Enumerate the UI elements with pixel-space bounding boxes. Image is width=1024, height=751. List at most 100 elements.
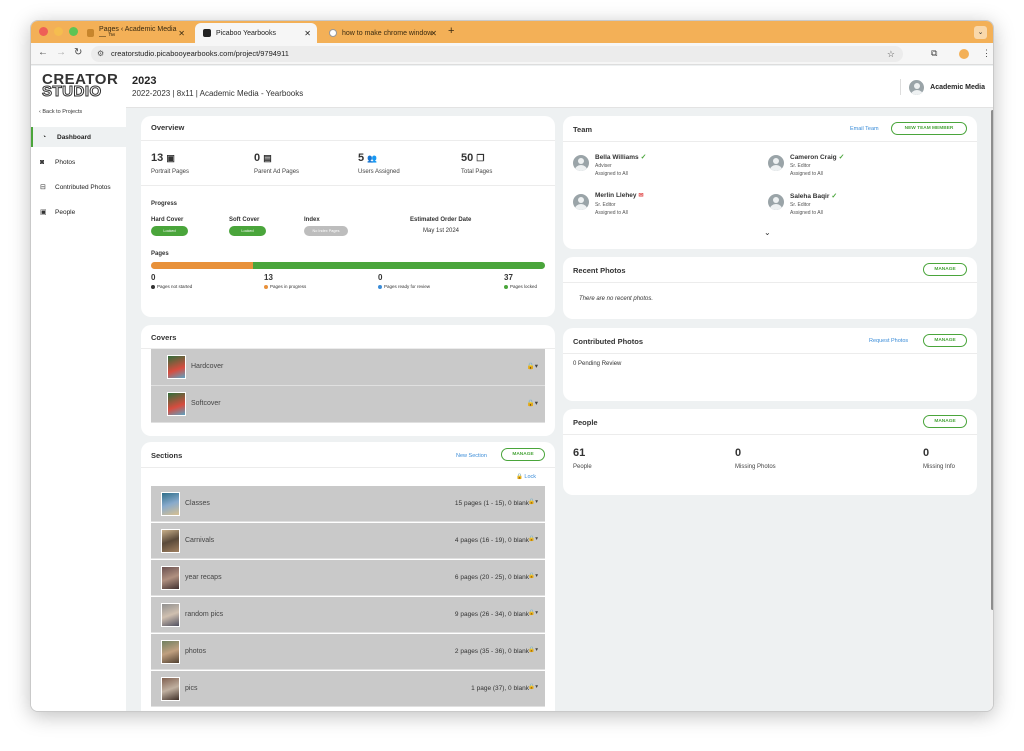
minimize-window-button[interactable] — [54, 27, 63, 36]
manage-contributed-photos-button[interactable]: MANAGE — [923, 334, 967, 347]
lock-dropdown-icon[interactable]: 🔒▾ — [527, 399, 538, 407]
tab-search-icon[interactable]: ⌄ — [974, 26, 987, 39]
section-row[interactable]: photos 2 pages (35 - 36), 0 blank 🔒▾ — [151, 634, 545, 670]
stat-label: Portrait Pages — [151, 169, 190, 175]
wordpress-icon — [87, 29, 95, 37]
lock-dropdown-icon[interactable]: 🔒▾ — [528, 684, 538, 690]
tab-google[interactable]: how to make chrome window ✕ — [321, 23, 443, 43]
cover-row-hardcover[interactable]: Hardcover 🔒▾ — [151, 349, 545, 386]
pages-count: 0 — [151, 273, 156, 282]
request-photos-link[interactable]: Request Photos — [869, 338, 908, 344]
sections-card: Sections New Section MANAGE 🔒 Lock Class… — [141, 442, 555, 711]
sidebar-item-people[interactable]: ▣ People — [31, 202, 126, 222]
member-assignment: Assigned to All — [790, 171, 823, 177]
project-year: 2023 — [132, 75, 157, 87]
url-text: creatorstudio.picabooyearbooks.com/proje… — [111, 49, 289, 58]
forward-arrow-icon[interactable]: → — [56, 47, 66, 58]
index-label: Index — [304, 217, 320, 223]
section-name: photos — [185, 648, 207, 655]
manage-sections-button[interactable]: MANAGE — [501, 448, 545, 461]
parent-ad-pages-stat: 0 ▤ — [254, 152, 272, 164]
profile-avatar-icon[interactable] — [959, 49, 969, 59]
tab-pages[interactable]: Pages ‹ Academic Media — ™ ✕ — [79, 23, 191, 43]
member-name-row: Saleha Baqir ✓ — [790, 192, 837, 200]
inbox-icon: ⊟ — [40, 184, 46, 191]
covers-title: Covers — [151, 333, 177, 342]
overview-card: Overview 13 ▣ Portrait Pages 0 ▤ Parent … — [141, 116, 555, 317]
sidebar-item-photos[interactable]: ◙ Photos — [31, 152, 126, 172]
new-tab-icon[interactable]: + — [448, 25, 454, 37]
account-menu[interactable]: Academic Media — [900, 79, 985, 95]
lock-dropdown-icon[interactable]: 🔒▾ — [528, 536, 538, 542]
avatar — [768, 155, 784, 171]
close-tab-icon[interactable]: ✕ — [430, 29, 437, 38]
sidebar-item-label: People — [55, 208, 76, 216]
maximize-window-button[interactable] — [69, 27, 78, 36]
lock-dropdown-icon[interactable]: 🔒▾ — [528, 573, 538, 579]
recent-photos-title: Recent Photos — [573, 266, 626, 275]
section-name: Classes — [185, 500, 210, 507]
new-team-member-button[interactable]: NEW TEAM MEMBER — [891, 122, 967, 135]
missing-photos-count: 0 — [735, 447, 742, 459]
section-name: random pics — [185, 611, 224, 618]
more-menu-icon[interactable]: ⋮ — [982, 48, 991, 59]
back-to-projects-link[interactable]: ‹ Back to Projects — [39, 109, 82, 115]
image-icon: ▤ — [263, 153, 272, 163]
lock-dropdown-icon[interactable]: 🔒▾ — [528, 610, 538, 616]
account-name: Academic Media — [930, 83, 985, 91]
section-row[interactable]: pics 1 page (37), 0 blank 🔒▾ — [151, 671, 545, 707]
chevron-down-icon[interactable]: ⌄ — [764, 228, 771, 237]
people-count-label: People — [573, 464, 592, 470]
avatar — [573, 155, 589, 171]
close-window-button[interactable] — [39, 27, 48, 36]
lock-dropdown-icon[interactable]: 🔒▾ — [527, 362, 538, 370]
stat-label: Parent Ad Pages — [254, 169, 300, 175]
cover-row-softcover[interactable]: Softcover 🔒▾ — [151, 386, 545, 423]
member-name-row: Bella Williams ✓ — [595, 153, 647, 161]
section-name: pics — [185, 685, 198, 692]
member-name: Cameron Craig — [790, 154, 837, 161]
stat-label: Total Pages — [461, 169, 493, 175]
legend-dot-icon — [378, 284, 382, 289]
picaboo-icon — [203, 29, 211, 37]
section-page-info: 6 pages (20 - 25), 0 blank — [454, 574, 529, 581]
sidebar-item-dashboard[interactable]: ◔ Dashboard — [31, 127, 126, 147]
pages-progress-bar — [151, 262, 545, 269]
manage-people-button[interactable]: MANAGE — [923, 415, 967, 428]
address-bar[interactable]: ⚙ creatorstudio.picabooyearbooks.com/pro… — [91, 46, 903, 62]
close-tab-icon[interactable]: ✕ — [178, 29, 185, 38]
project-header: 2023 2022-2023 | 8x11 | Academic Media -… — [126, 66, 993, 108]
users-assigned-stat: 5 👥 — [358, 152, 377, 164]
bookmark-star-icon[interactable]: ☆ — [887, 46, 895, 62]
tab-picaboo[interactable]: Picaboo Yearbooks ✕ — [195, 23, 317, 43]
browser-toolbar: ← → ↻ ⚙ creatorstudio.picabooyearbooks.c… — [31, 43, 993, 65]
section-row[interactable]: year recaps 6 pages (20 - 25), 0 blank 🔒▾ — [151, 560, 545, 596]
pages-bar-segment — [253, 262, 545, 269]
extensions-icon[interactable]: ⧉ — [931, 48, 937, 59]
scrollbar-thumb[interactable] — [991, 110, 993, 610]
browser-window: Pages ‹ Academic Media — ™ ✕ Picaboo Yea… — [30, 20, 994, 712]
divider — [141, 467, 555, 468]
camera-icon: ◙ — [40, 158, 45, 166]
section-row[interactable]: Carnivals 4 pages (16 - 19), 0 blank 🔒▾ — [151, 523, 545, 559]
close-tab-icon[interactable]: ✕ — [304, 29, 311, 38]
reload-icon[interactable]: ↻ — [74, 47, 82, 58]
index-status-badge: No Index Pages — [304, 226, 348, 236]
manage-recent-photos-button[interactable]: MANAGE — [923, 263, 967, 276]
site-info-icon[interactable]: ⚙ — [97, 46, 104, 62]
member-role: Adviser — [595, 163, 612, 169]
creator-studio-logo[interactable]: CREATOR STUDIO — [41, 72, 118, 100]
missing-info-label: Missing Info — [923, 464, 956, 470]
email-team-link[interactable]: Email Team — [850, 126, 879, 132]
lock-link[interactable]: 🔒 Lock — [516, 474, 536, 480]
section-row[interactable]: Classes 15 pages (1 - 15), 0 blank 🔒▾ — [151, 486, 545, 522]
new-section-link[interactable]: New Section — [456, 453, 487, 459]
lock-dropdown-icon[interactable]: 🔒▾ — [528, 647, 538, 653]
lock-dropdown-icon[interactable]: 🔒▾ — [528, 499, 538, 505]
member-name: Saleha Baqir — [790, 193, 830, 200]
back-arrow-icon[interactable]: ← — [38, 47, 48, 58]
sidebar-item-contributed-photos[interactable]: ⊟ Contributed Photos — [31, 177, 126, 197]
section-row[interactable]: random pics 9 pages (26 - 34), 0 blank 🔒▾ — [151, 597, 545, 633]
divider — [563, 434, 977, 435]
page-scrollbar[interactable] — [990, 108, 993, 711]
